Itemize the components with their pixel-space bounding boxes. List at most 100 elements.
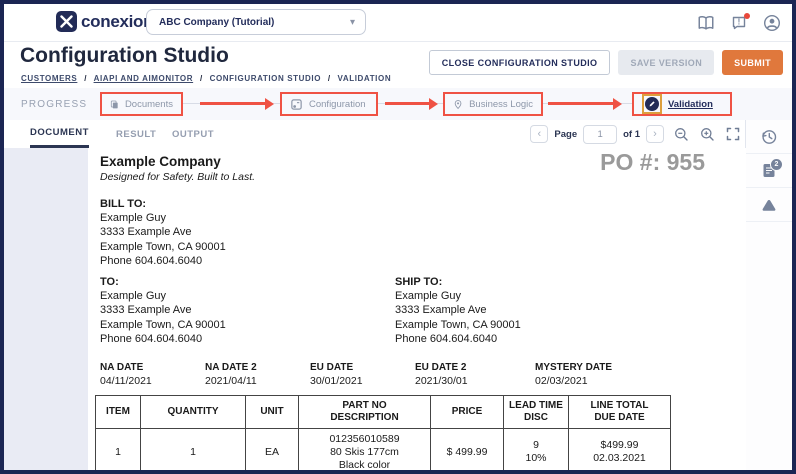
- save-version-button[interactable]: SAVE VERSION: [618, 50, 714, 75]
- close-configuration-studio-button[interactable]: CLOSE CONFIGURATION STUDIO: [429, 50, 611, 75]
- page-label: Page: [554, 129, 577, 140]
- date-field: MYSTERY DATE 02/03/2021: [535, 362, 612, 387]
- cell-line-total-due-date: $499.9902.03.2021: [569, 429, 671, 471]
- date-field: EU DATE 2 2021/30/01: [415, 362, 468, 387]
- documents-icon: [110, 98, 119, 111]
- annotation-arrow: [200, 102, 266, 105]
- col-header-lead-time-disc: LEAD TIMEDISC: [504, 396, 569, 429]
- submit-button[interactable]: SUBMIT: [722, 50, 783, 75]
- annotation-arrow: [385, 102, 430, 105]
- step-label-documents[interactable]: Documents: [125, 99, 173, 110]
- table-header-row: ITEM QUANTITY UNIT PART NODESCRIPTION PR…: [96, 396, 671, 429]
- collapse-button[interactable]: [746, 188, 792, 222]
- validation-pencil-icon: [645, 97, 659, 111]
- page-next-button[interactable]: ›: [646, 125, 664, 143]
- step-label-configuration[interactable]: Configuration: [309, 99, 366, 110]
- address-line: Example Town, CA 90001: [100, 240, 226, 254]
- address-line: Phone 604.604.6040: [395, 332, 521, 346]
- breadcrumb-separator: /: [84, 74, 87, 83]
- doc-tagline: Designed for Safety. Built to Last.: [100, 171, 255, 183]
- line-items-table: ITEM QUANTITY UNIT PART NODESCRIPTION PR…: [95, 395, 671, 470]
- col-header-item: ITEM: [96, 396, 141, 429]
- history-clock-icon: [760, 128, 778, 146]
- cell-item: 1: [96, 429, 141, 471]
- breadcrumb: CUSTOMERS / AIAPI AND AIMONITOR / CONFIG…: [21, 74, 391, 83]
- breadcrumb-separator: /: [328, 74, 331, 83]
- progress-step-configuration[interactable]: Configuration: [280, 92, 378, 116]
- notification-dot: [744, 13, 750, 19]
- address-line: Example Guy: [100, 211, 226, 225]
- col-header-quantity: QUANTITY: [141, 396, 246, 429]
- account-icon[interactable]: [762, 13, 782, 33]
- address-line: 3333 Example Ave: [395, 303, 521, 317]
- company-selector-value: ABC Company (Tutorial): [159, 17, 274, 28]
- triangle-up-icon: [760, 198, 778, 212]
- date-field: NA DATE 2 2021/04/11: [205, 362, 257, 387]
- table-row: 1 1 EA 01235601058980 Skis 177cmBlack co…: [96, 429, 671, 471]
- tab-document[interactable]: DOCUMENT: [30, 120, 89, 148]
- viewer-tab-bar: DOCUMENT RESULT OUTPUT ‹ Page of 1 ›: [4, 120, 746, 149]
- ship-to-label: SHIP TO:: [395, 275, 521, 289]
- col-header-line-total-due-date: LINE TOTALDUE DATE: [569, 396, 671, 429]
- annotation-arrow: [548, 102, 614, 105]
- ship-to-block: SHIP TO: Example Guy 3333 Example Ave Ex…: [395, 275, 521, 346]
- svg-text:!: !: [738, 17, 741, 26]
- validation-icon-highlight-box: [642, 94, 662, 114]
- date-value: 02/03/2021: [535, 375, 612, 387]
- page-prev-button[interactable]: ‹: [530, 125, 548, 143]
- date-value: 2021/04/11: [205, 375, 257, 387]
- progress-step-business-logic[interactable]: Business Logic: [443, 92, 543, 116]
- notes-count-badge: 2: [770, 158, 783, 171]
- zoom-out-icon[interactable]: [672, 125, 690, 143]
- company-selector-dropdown[interactable]: ABC Company (Tutorial) ▾: [146, 9, 366, 35]
- date-value: 2021/30/01: [415, 375, 468, 387]
- cell-lead-time-disc: 910%: [504, 429, 569, 471]
- notes-button[interactable]: 2: [746, 154, 792, 188]
- breadcrumb-customers[interactable]: CUSTOMERS: [21, 74, 77, 83]
- address-line: Example Guy: [395, 289, 521, 303]
- right-toolbar: 2: [745, 120, 792, 470]
- date-label: NA DATE: [100, 362, 152, 373]
- date-label: EU DATE: [310, 362, 363, 373]
- tab-output[interactable]: OUTPUT: [172, 120, 214, 148]
- address-line: 3333 Example Ave: [100, 303, 226, 317]
- configuration-icon: [290, 98, 303, 111]
- page-number-input[interactable]: [583, 125, 617, 144]
- date-field: EU DATE 30/01/2021: [310, 362, 363, 387]
- breadcrumb-separator: /: [200, 74, 203, 83]
- cell-part-no-description: 01235601058980 Skis 177cmBlack color: [299, 429, 431, 471]
- date-value: 30/01/2021: [310, 375, 363, 387]
- step-label-business-logic[interactable]: Business Logic: [469, 99, 533, 110]
- doc-company-name: Example Company: [100, 154, 221, 169]
- date-label: MYSTERY DATE: [535, 362, 612, 373]
- conexiom-logo-icon: [56, 11, 77, 32]
- cell-price: $ 499.99: [431, 429, 504, 471]
- topbar-actions: !: [696, 4, 782, 41]
- zoom-in-icon[interactable]: [698, 125, 716, 143]
- page-title: Configuration Studio: [20, 44, 229, 68]
- step-label-validation[interactable]: Validation: [668, 99, 713, 110]
- breadcrumb-aiapi-and-aimonitor[interactable]: AIAPI AND AIMONITOR: [94, 74, 194, 83]
- progress-step-documents[interactable]: Documents: [100, 92, 183, 116]
- progress-step-validation[interactable]: Validation: [632, 92, 732, 116]
- top-bar: conexiom ™ ABC Company (Tutorial) ▾ !: [4, 4, 792, 42]
- address-line: Example Town, CA 90001: [100, 318, 226, 332]
- address-line: Phone 604.604.6040: [100, 332, 226, 346]
- help-book-icon[interactable]: [696, 13, 716, 33]
- to-block: TO: Example Guy 3333 Example Ave Example…: [100, 275, 226, 346]
- tab-result[interactable]: RESULT: [116, 120, 156, 148]
- feedback-icon[interactable]: !: [729, 13, 749, 33]
- cell-quantity: 1: [141, 429, 246, 471]
- page-of-label: of 1: [623, 129, 640, 140]
- address-line: Example Guy: [100, 289, 226, 303]
- date-label: EU DATE 2: [415, 362, 468, 373]
- date-field: NA DATE 04/11/2021: [100, 362, 152, 387]
- map-pin-icon: [453, 98, 463, 111]
- breadcrumb-validation: VALIDATION: [338, 74, 392, 83]
- col-header-unit: UNIT: [246, 396, 299, 429]
- fullscreen-icon[interactable]: [724, 125, 742, 143]
- to-label: TO:: [100, 275, 226, 289]
- history-button[interactable]: [746, 120, 792, 154]
- document-page: Example Company Designed for Safety. Bui…: [88, 148, 746, 470]
- pager: ‹ Page of 1 ›: [530, 120, 742, 148]
